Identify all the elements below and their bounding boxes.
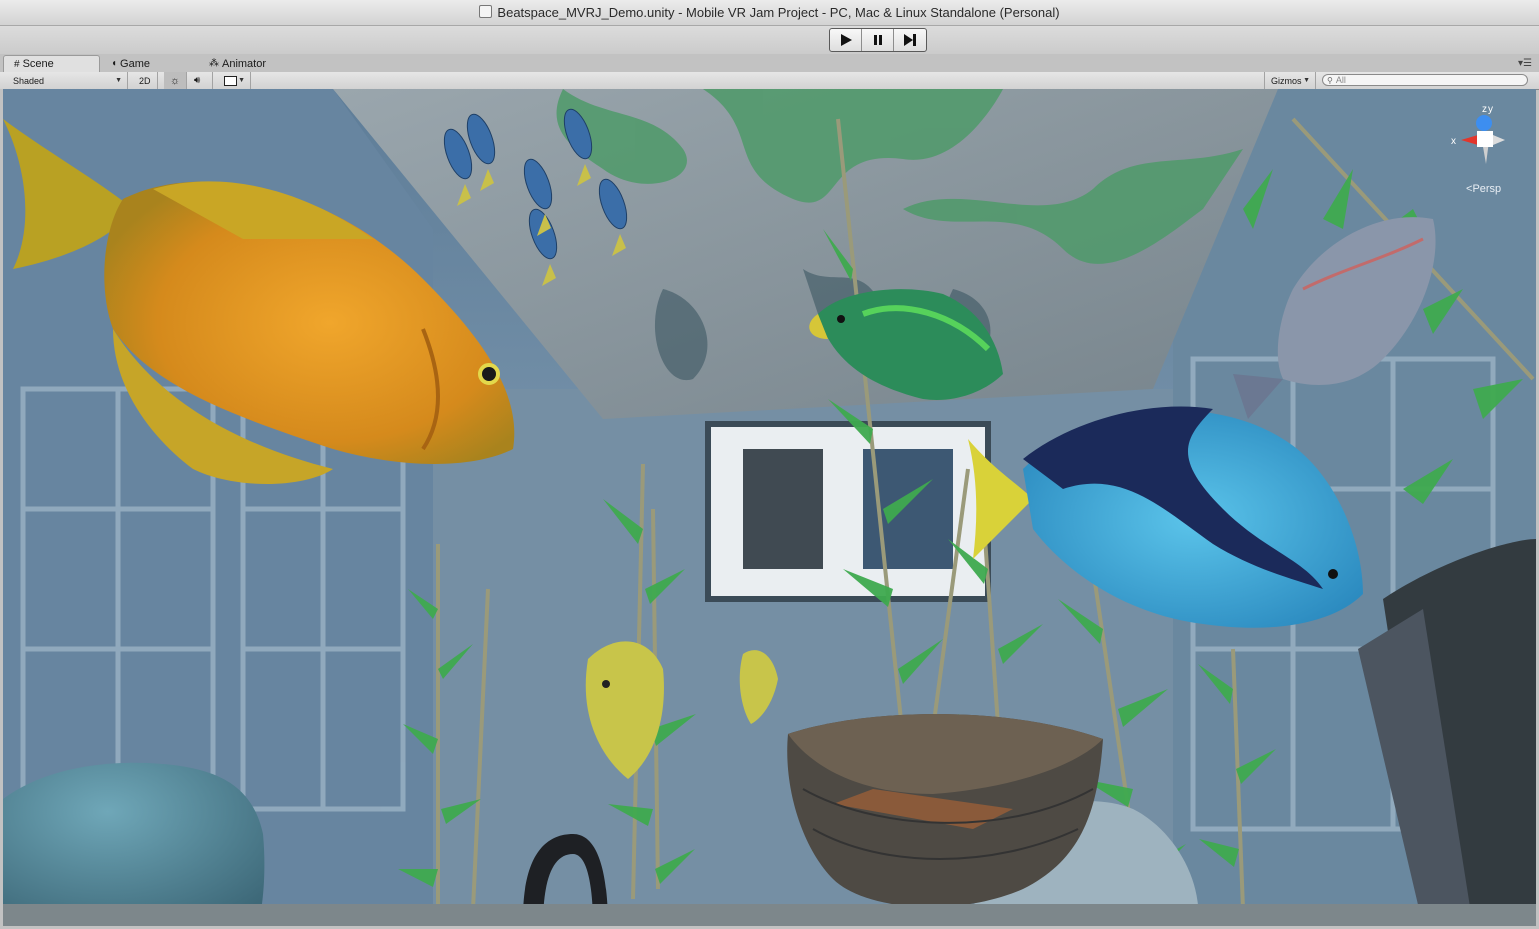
scene-orientation-gizmo[interactable]: z y x — [1433, 89, 1533, 189]
audio-toggle[interactable]: 🔊︎ — [188, 72, 213, 89]
main-toolbar — [0, 26, 1539, 54]
play-button[interactable] — [830, 29, 862, 51]
toggle-2d-button[interactable]: 2D — [134, 72, 158, 89]
effects-dropdown[interactable]: ▼ — [218, 72, 251, 89]
gizmo-center-cube — [1477, 131, 1493, 147]
gizmo-x-label: x — [1451, 136, 1456, 147]
pause-icon — [873, 35, 882, 45]
gizmo-z-label: z — [1482, 104, 1487, 115]
search-icon: ⚲ — [1327, 75, 1333, 85]
tab-game-label: Game — [120, 57, 151, 70]
draw-mode-label: Shaded — [13, 75, 45, 86]
document-icon — [479, 5, 493, 18]
window-title-wrap: Beatspace_MVRJ_Demo.unity - Mobile VR Ja… — [0, 5, 1539, 20]
gizmo-neg-x-cone — [1493, 135, 1505, 145]
step-button[interactable] — [894, 29, 926, 51]
scene-render — [3, 89, 1536, 926]
grid-icon: # — [14, 58, 20, 70]
animator-icon: ⁂ — [209, 58, 219, 69]
tab-animator[interactable]: ⁂ Animator — [199, 55, 299, 72]
chevron-down-icon: ▼ — [115, 77, 122, 84]
step-icon — [904, 34, 916, 46]
projection-toggle[interactable]: <Persp — [1466, 183, 1501, 195]
search-placeholder: All — [1335, 75, 1346, 85]
tab-menu-icon[interactable]: ▾☰ — [1518, 58, 1532, 69]
x-axis-icon — [1461, 135, 1478, 145]
pacman-icon: ◖ — [111, 58, 118, 69]
z-axis-icon — [1476, 115, 1492, 131]
scene-viewport[interactable]: z y x <Persp — [3, 89, 1536, 926]
lighting-toggle[interactable]: ☼ — [164, 72, 187, 89]
toggle-2d-label: 2D — [139, 75, 151, 86]
sun-icon: ☼ — [170, 74, 181, 87]
gizmos-label: Gizmos — [1271, 75, 1302, 86]
window-title: Beatspace_MVRJ_Demo.unity - Mobile VR Ja… — [497, 5, 1060, 20]
rock-left — [3, 762, 265, 926]
play-controls — [829, 28, 927, 52]
gizmos-dropdown[interactable]: Gizmos ▼ — [1264, 72, 1316, 89]
pause-button[interactable] — [862, 29, 894, 51]
tab-scene[interactable]: # Scene — [3, 55, 100, 72]
projection-label: Persp — [1472, 183, 1502, 195]
scene-search-input[interactable]: ⚲ All — [1322, 74, 1528, 86]
chevron-down-icon: ▼ — [238, 77, 245, 84]
tab-scene-label: Scene — [22, 58, 54, 70]
chevron-down-icon: ▼ — [1303, 77, 1310, 84]
window-titlebar: Beatspace_MVRJ_Demo.unity - Mobile VR Ja… — [0, 0, 1539, 26]
scene-toolbar: Shaded ▼ 2D ☼ 🔊︎ ▼ Gizmos ▼ ⚲ All — [0, 72, 1539, 90]
play-icon — [840, 34, 852, 46]
tab-bar: # Scene ◖ Game ⁂ Animator ▾☰ — [0, 54, 1539, 72]
speaker-icon: 🔊︎ — [194, 75, 201, 86]
gizmo-y-label: y — [1488, 104, 1493, 115]
image-icon — [224, 75, 237, 86]
draw-mode-dropdown[interactable]: Shaded ▼ — [7, 72, 128, 89]
tab-game[interactable]: ◖ Game — [101, 55, 196, 72]
tab-animator-label: Animator — [222, 57, 267, 70]
